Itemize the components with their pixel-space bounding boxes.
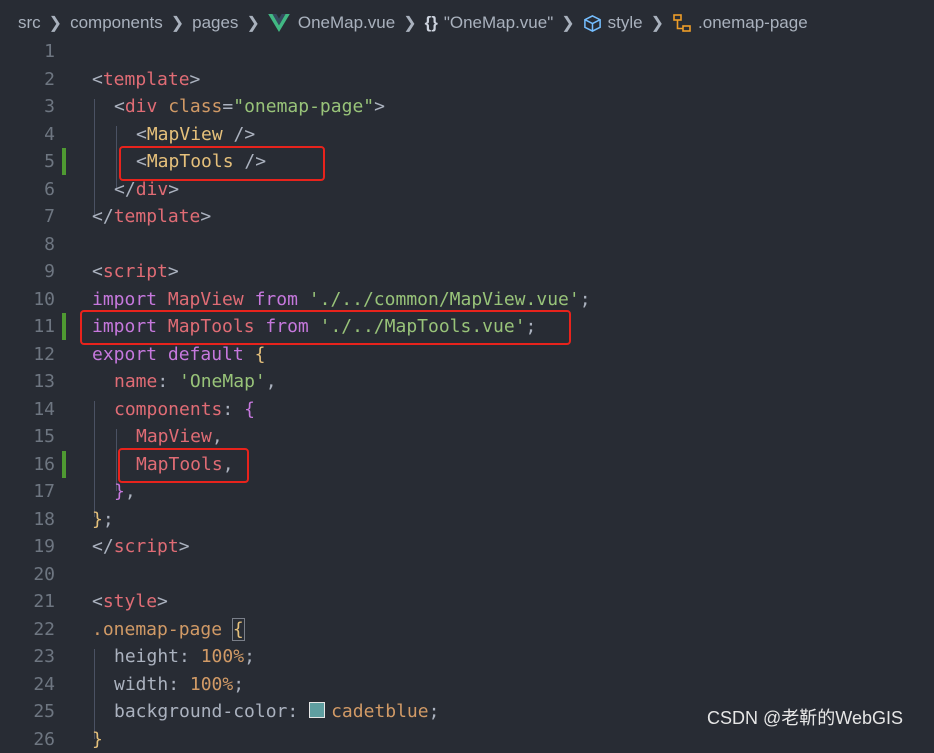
chevron-right-icon: ❯ — [171, 13, 184, 33]
code-line[interactable]: 18}; — [0, 506, 934, 534]
code-line[interactable]: 14 components: { — [0, 396, 934, 424]
breadcrumb-selector[interactable]: .onemap-page — [698, 13, 808, 33]
line-number: 8 — [0, 231, 55, 259]
line-number: 22 — [0, 616, 55, 644]
line-number: 13 — [0, 368, 55, 396]
git-modified-marker — [62, 451, 66, 478]
chevron-right-icon: ❯ — [246, 13, 259, 33]
line-number: 25 — [0, 698, 55, 726]
code-editor[interactable]: 1 2 <template> 3 <div class="onemap-page">… — [0, 38, 934, 737]
line-number: 9 — [0, 258, 55, 286]
line-number: 14 — [0, 396, 55, 424]
code-text: <style> — [92, 588, 168, 616]
code-line[interactable]: 9 <script> — [0, 258, 934, 286]
breadcrumb-style[interactable]: style — [608, 13, 643, 33]
code-text: width: 100%; — [114, 671, 244, 699]
highlight-box-maptools-import — [80, 310, 571, 345]
watermark: CSDN @老靳的WebGIS — [707, 704, 903, 730]
highlight-box-maptools-tag — [119, 146, 325, 181]
code-line[interactable]: 23 height: 100%; — [0, 643, 934, 671]
code-text: import MapView from './../common/MapView… — [92, 286, 591, 314]
line-number: 15 — [0, 423, 55, 451]
line-number: 20 — [0, 561, 55, 589]
code-text: </template> — [92, 203, 211, 231]
code-text: }; — [92, 506, 114, 534]
code-text: components: { — [114, 396, 255, 424]
code-text: name: 'OneMap', — [114, 368, 277, 396]
css-class-icon — [672, 13, 692, 33]
code-text: background-color: cadetblue; — [114, 698, 439, 726]
line-number: 10 — [0, 286, 55, 314]
code-line[interactable]: 4 <MapView /> — [0, 121, 934, 149]
line-number: 23 — [0, 643, 55, 671]
line-number: 19 — [0, 533, 55, 561]
code-line[interactable]: 2 <template> — [0, 66, 934, 94]
code-line[interactable]: 24 width: 100%; — [0, 671, 934, 699]
code-text: height: 100%; — [114, 643, 255, 671]
code-text: <script> — [92, 258, 179, 286]
line-number: 5 — [0, 148, 55, 176]
highlight-box-maptools-component — [118, 448, 249, 483]
line-number: 7 — [0, 203, 55, 231]
code-text: <MapView /> — [136, 121, 255, 149]
code-text: MapView, — [136, 423, 223, 451]
code-line[interactable]: 7 </template> — [0, 203, 934, 231]
code-text: </script> — [92, 533, 190, 561]
code-line[interactable]: 3 <div class="onemap-page"> — [0, 93, 934, 121]
breadcrumb-module[interactable]: "OneMap.vue" — [444, 13, 553, 33]
code-line[interactable]: 15 MapView, — [0, 423, 934, 451]
line-number: 11 — [0, 313, 55, 341]
chevron-right-icon: ❯ — [403, 13, 416, 33]
git-modified-marker — [62, 148, 66, 175]
code-line[interactable]: 21 <style> — [0, 588, 934, 616]
line-number: 17 — [0, 478, 55, 506]
code-line[interactable]: 1 — [0, 38, 934, 66]
breadcrumb-components[interactable]: components — [70, 13, 163, 33]
line-number: 16 — [0, 451, 55, 479]
braces-icon: {} — [425, 13, 438, 33]
line-number: 12 — [0, 341, 55, 369]
code-text: <template> — [92, 66, 200, 94]
color-swatch[interactable] — [309, 702, 325, 718]
breadcrumb-pages[interactable]: pages — [192, 13, 238, 33]
line-number: 21 — [0, 588, 55, 616]
line-number: 2 — [0, 66, 55, 94]
chevron-right-icon: ❯ — [561, 13, 574, 33]
line-number: 1 — [0, 38, 55, 66]
line-number: 6 — [0, 176, 55, 204]
line-number: 4 — [0, 121, 55, 149]
line-number: 18 — [0, 506, 55, 534]
code-text: .onemap-page { — [92, 616, 244, 644]
git-modified-marker — [62, 313, 66, 340]
code-line[interactable]: 20 — [0, 561, 934, 589]
code-text: <div class="onemap-page"> — [114, 93, 385, 121]
code-line[interactable]: 19 </script> — [0, 533, 934, 561]
line-number: 26 — [0, 726, 55, 753]
code-line[interactable]: 22 .onemap-page { — [0, 616, 934, 644]
breadcrumb-src[interactable]: src — [18, 13, 41, 33]
code-line[interactable]: 13 name: 'OneMap', — [0, 368, 934, 396]
code-line[interactable]: 8 — [0, 231, 934, 259]
line-number: 3 — [0, 93, 55, 121]
chevron-right-icon: ❯ — [651, 13, 664, 33]
line-number: 24 — [0, 671, 55, 699]
breadcrumb-file[interactable]: OneMap.vue — [298, 13, 395, 33]
vue-icon — [268, 14, 290, 32]
chevron-right-icon: ❯ — [49, 13, 62, 33]
cube-icon — [583, 14, 602, 33]
code-text: } — [92, 726, 103, 753]
code-line[interactable]: 10 import MapView from './../common/MapVi… — [0, 286, 934, 314]
